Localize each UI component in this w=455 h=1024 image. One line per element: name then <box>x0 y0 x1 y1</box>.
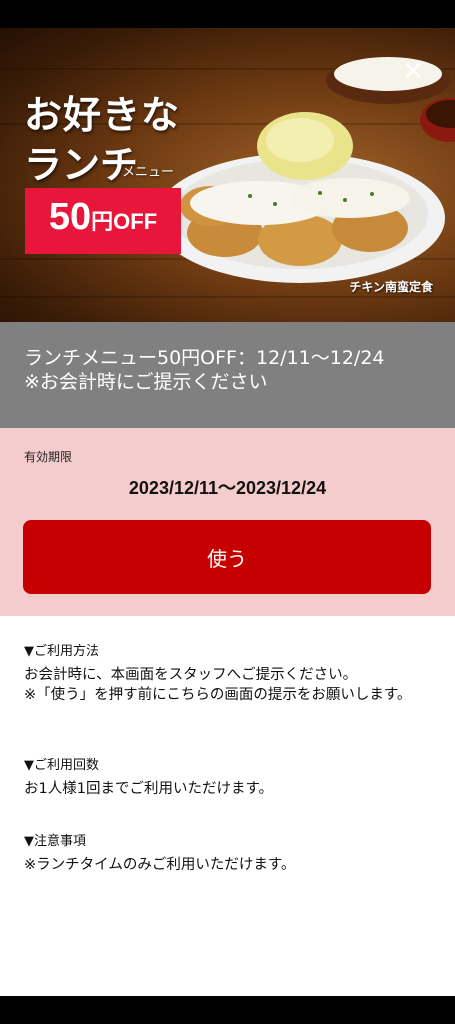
navigation-bar <box>0 996 455 1024</box>
usage-method-heading: ▼ご利用方法 <box>24 644 99 659</box>
discount-badge: 50 円 OFF <box>25 188 181 254</box>
hero-image: ✕ お好きな ランチ メニュー 50 円 OFF チキン南蛮定食 <box>0 28 455 322</box>
hero-headline-line2: ランチ <box>24 142 139 187</box>
validity-value: 2023/12/11〜2023/12/24 <box>128 478 327 498</box>
usage-count-section: ▼ご利用回数 お1人様1回までご利用いただけます。 <box>24 754 434 799</box>
banner-line2: ※お会計時にご提示ください <box>24 371 268 393</box>
hero-headline-line1: お好きな <box>24 92 181 137</box>
usage-count-heading: ▼ご利用回数 <box>24 758 99 773</box>
usage-method-line2: ※「使う」を押す前にこちらの画面の提示をお願いします。 <box>24 687 412 703</box>
banner-line1: ランチメニュー50円OFF：12/11〜12/24 <box>24 347 385 369</box>
coupon-screen: ✕ お好きな ランチ メニュー 50 円 OFF チキン南蛮定食 ランチメニュー… <box>0 28 455 996</box>
use-button[interactable]: 使う <box>23 520 431 594</box>
usage-method-section: ▼ご利用方法 お会計時に、本画面をスタッフへご提示ください。 ※「使う」を押す前… <box>24 640 434 705</box>
discount-amount: 50 <box>48 196 92 238</box>
usage-count-body: お1人様1回までご利用いただけます。 <box>24 781 273 797</box>
notes-body: ※ランチタイムのみご利用いただけます。 <box>24 857 296 873</box>
discount-off: OFF <box>113 209 158 234</box>
discount-yen: 円 <box>91 210 114 235</box>
coupon-banner: ランチメニュー50円OFF：12/11〜12/24 ※お会計時にご提示ください <box>0 322 455 428</box>
dish-caption: チキン南蛮定食 <box>349 280 433 294</box>
usage-method-line1: お会計時に、本画面をスタッフへご提示ください。 <box>24 667 358 683</box>
status-bar <box>0 0 455 28</box>
notes-section: ▼注意事項 ※ランチタイムのみご利用いただけます。 <box>24 830 434 875</box>
validity-section: 有効期限 2023/12/11〜2023/12/24 使う <box>0 428 455 616</box>
hero-headline-sub: メニュー <box>122 165 175 180</box>
close-icon[interactable]: ✕ <box>401 59 425 85</box>
notes-heading: ▼注意事項 <box>24 834 86 849</box>
validity-label: 有効期限 <box>24 450 73 464</box>
